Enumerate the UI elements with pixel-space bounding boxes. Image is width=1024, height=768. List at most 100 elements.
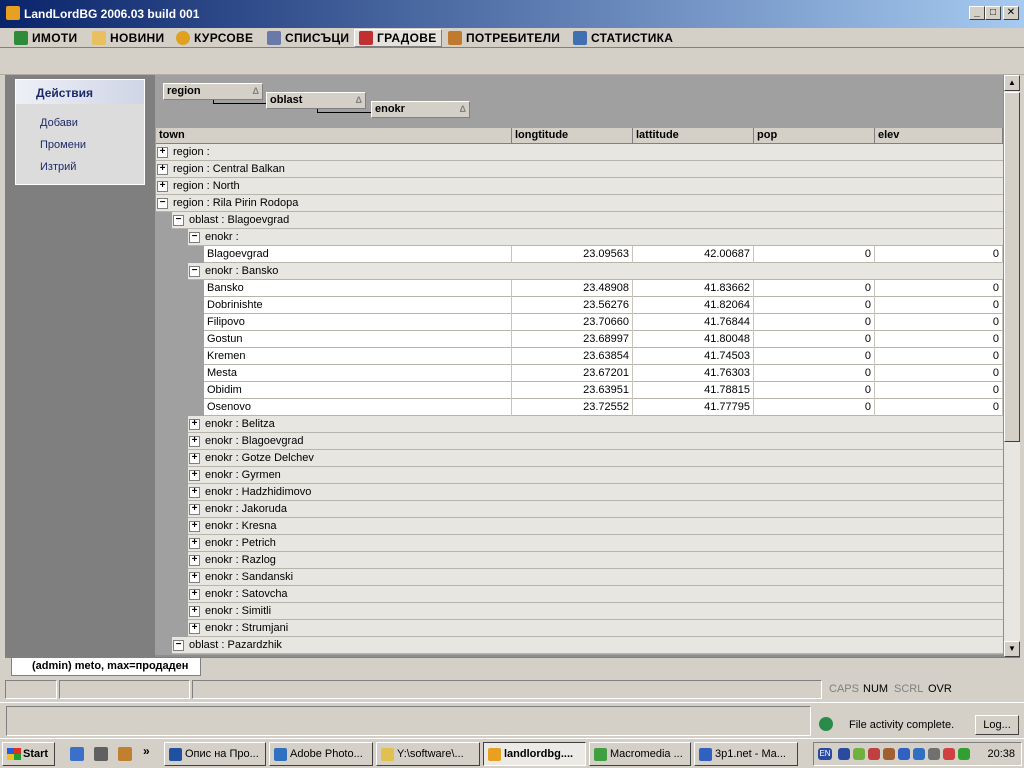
tray-app-icon[interactable] xyxy=(958,748,970,760)
ie-quicklaunch-icon[interactable] xyxy=(70,747,84,761)
tab-statistika[interactable]: СТАТИСТИКА xyxy=(569,29,677,47)
group-by-enokr[interactable]: enokr Δ xyxy=(371,101,470,118)
expand-icon[interactable]: + xyxy=(189,555,200,566)
tab-kursove[interactable]: КУРСОВЕ xyxy=(172,29,257,47)
column-header-lattitude[interactable]: lattitude xyxy=(633,128,754,144)
elev-cell[interactable]: 0 xyxy=(875,348,1003,365)
lattitude-cell[interactable]: 41.76844 xyxy=(633,314,754,331)
table-row[interactable]: Mesta 23.67201 41.76303 0 0 xyxy=(204,365,1003,382)
table-row[interactable]: Obidim 23.63951 41.78815 0 0 xyxy=(204,382,1003,399)
expand-icon[interactable]: + xyxy=(189,487,200,498)
column-header-elev[interactable]: elev xyxy=(875,128,1003,144)
collapse-icon[interactable]: − xyxy=(173,640,184,651)
more-quicklaunch-icon[interactable]: » xyxy=(143,744,157,758)
taskbar-button[interactable]: landlordbg.... xyxy=(483,742,586,766)
taskbar-button[interactable]: Y:\software\... xyxy=(376,742,480,766)
table-row[interactable]: Gostun 23.68997 41.80048 0 0 xyxy=(204,331,1003,348)
longtitude-cell[interactable]: 23.63951 xyxy=(512,382,633,399)
group-row[interactable]: + enokr : Sandanski xyxy=(188,569,1003,586)
group-row[interactable]: + enokr : Kresna xyxy=(188,518,1003,535)
column-header-town[interactable]: town xyxy=(156,128,512,144)
group-row[interactable]: + region : Central Balkan xyxy=(156,161,1003,178)
table-row[interactable]: Blagoevgrad 23.09563 42.00687 0 0 xyxy=(204,246,1003,263)
group-row[interactable]: + enokr : Belitza xyxy=(188,416,1003,433)
collapse-icon[interactable]: − xyxy=(189,266,200,277)
group-row[interactable]: + enokr : Gyrmen xyxy=(188,467,1003,484)
group-row[interactable]: − oblast : Pazardzhik xyxy=(172,637,1003,654)
scroll-up-button[interactable]: ▲ xyxy=(1004,75,1020,91)
tray-app-icon[interactable] xyxy=(838,748,850,760)
group-row[interactable]: + region : North xyxy=(156,178,1003,195)
longtitude-cell[interactable]: 23.70660 xyxy=(512,314,633,331)
town-cell[interactable]: Filipovo xyxy=(204,314,512,331)
pop-cell[interactable]: 0 xyxy=(754,348,875,365)
vertical-scrollbar[interactable]: ▲ ▼ xyxy=(1004,75,1020,657)
expand-icon[interactable]: + xyxy=(189,436,200,447)
pop-cell[interactable]: 0 xyxy=(754,314,875,331)
pop-cell[interactable]: 0 xyxy=(754,382,875,399)
elev-cell[interactable]: 0 xyxy=(875,246,1003,263)
scroll-thumb[interactable] xyxy=(1004,92,1020,442)
language-indicator[interactable]: EN xyxy=(818,748,832,760)
town-cell[interactable]: Dobrinishte xyxy=(204,297,512,314)
tray-app-icon[interactable] xyxy=(898,748,910,760)
taskbar-button[interactable]: Macromedia ... xyxy=(589,742,691,766)
pop-cell[interactable]: 0 xyxy=(754,365,875,382)
town-cell[interactable]: Bansko xyxy=(204,280,512,297)
town-cell[interactable]: Mesta xyxy=(204,365,512,382)
tab-novini[interactable]: НОВИНИ xyxy=(88,29,168,47)
expand-icon[interactable]: + xyxy=(157,147,168,158)
tray-app-icon[interactable] xyxy=(928,748,940,760)
pop-cell[interactable]: 0 xyxy=(754,399,875,416)
longtitude-cell[interactable]: 23.68997 xyxy=(512,331,633,348)
expand-icon[interactable]: + xyxy=(189,623,200,634)
expand-icon[interactable]: + xyxy=(189,521,200,532)
group-by-oblast[interactable]: oblast Δ xyxy=(266,92,366,109)
group-row[interactable]: + enokr : Gotze Delchev xyxy=(188,450,1003,467)
group-row[interactable]: + enokr : Satovcha xyxy=(188,586,1003,603)
lattitude-cell[interactable]: 41.74503 xyxy=(633,348,754,365)
elev-cell[interactable]: 0 xyxy=(875,280,1003,297)
tray-app-icon[interactable] xyxy=(853,748,865,760)
scroll-down-button[interactable]: ▼ xyxy=(1004,641,1020,657)
camera-quicklaunch-icon[interactable] xyxy=(94,747,108,761)
session-tab[interactable]: (admin) meto, max=продаден xyxy=(11,658,202,676)
pop-cell[interactable]: 0 xyxy=(754,246,875,263)
lattitude-cell[interactable]: 42.00687 xyxy=(633,246,754,263)
longtitude-cell[interactable]: 23.56276 xyxy=(512,297,633,314)
lattitude-cell[interactable]: 41.76303 xyxy=(633,365,754,382)
pop-cell[interactable]: 0 xyxy=(754,280,875,297)
lattitude-cell[interactable]: 41.82064 xyxy=(633,297,754,314)
close-button[interactable]: ✕ xyxy=(1003,6,1019,20)
town-cell[interactable]: Kremen xyxy=(204,348,512,365)
elev-cell[interactable]: 0 xyxy=(875,399,1003,416)
taskbar-button[interactable]: Adobe Photo... xyxy=(269,742,373,766)
expand-icon[interactable]: + xyxy=(189,606,200,617)
town-cell[interactable]: Obidim xyxy=(204,382,512,399)
log-button[interactable]: Log... xyxy=(975,715,1019,735)
expand-icon[interactable]: + xyxy=(157,181,168,192)
group-row[interactable]: − oblast : Blagoevgrad xyxy=(172,212,1003,229)
expand-icon[interactable]: + xyxy=(189,572,200,583)
longtitude-cell[interactable]: 23.72552 xyxy=(512,399,633,416)
longtitude-cell[interactable]: 23.67201 xyxy=(512,365,633,382)
tray-app-icon[interactable] xyxy=(943,748,955,760)
table-row[interactable]: Filipovo 23.70660 41.76844 0 0 xyxy=(204,314,1003,331)
elev-cell[interactable]: 0 xyxy=(875,297,1003,314)
delete-link[interactable]: Изтрий xyxy=(16,156,144,178)
expand-icon[interactable]: + xyxy=(189,589,200,600)
taskbar-button[interactable]: 3p1.net - Ma... xyxy=(694,742,798,766)
group-row[interactable]: + enokr : Simitli xyxy=(188,603,1003,620)
maximize-button[interactable]: □ xyxy=(985,6,1001,20)
collapse-icon[interactable]: − xyxy=(173,215,184,226)
tray-app-icon[interactable] xyxy=(883,748,895,760)
tray-app-icon[interactable] xyxy=(868,748,880,760)
group-by-region[interactable]: region Δ xyxy=(163,83,263,100)
town-cell[interactable]: Osenovo xyxy=(204,399,512,416)
lattitude-cell[interactable]: 41.78815 xyxy=(633,382,754,399)
elev-cell[interactable]: 0 xyxy=(875,365,1003,382)
expand-icon[interactable]: + xyxy=(189,470,200,481)
table-row[interactable]: Kremen 23.63854 41.74503 0 0 xyxy=(204,348,1003,365)
collapse-icon[interactable]: − xyxy=(189,232,200,243)
group-row[interactable]: + enokr : Petrich xyxy=(188,535,1003,552)
